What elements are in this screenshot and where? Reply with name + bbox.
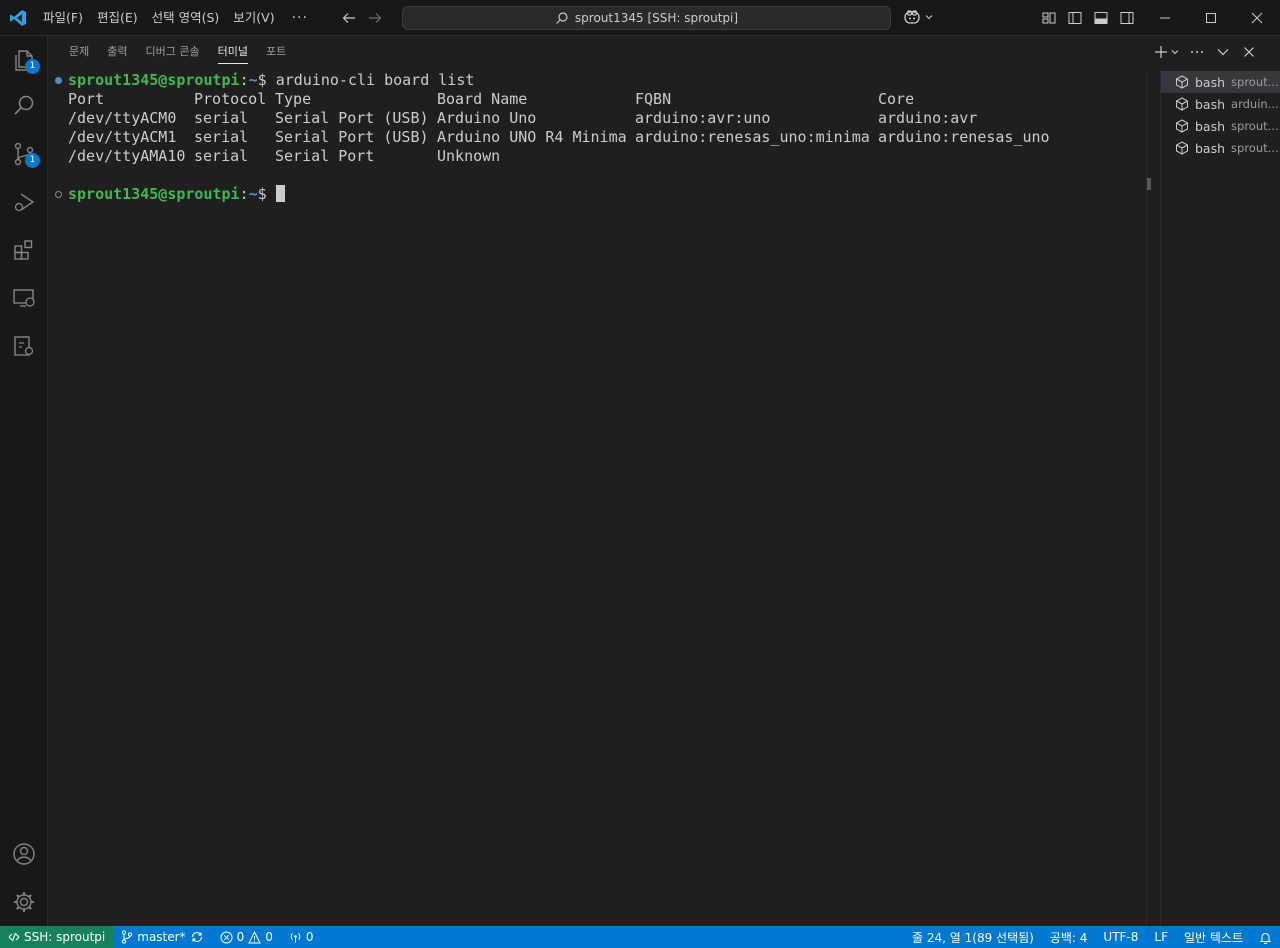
copilot-icon: [902, 8, 922, 26]
terminal-tabs-list: bash sprout... bash arduin... bash sprou…: [1160, 71, 1280, 926]
panel: 문제 출력 디버그 콘솔 터미널 포트 sprout1345@sproutpi:…: [48, 36, 1280, 926]
new-terminal-icon[interactable]: [1152, 42, 1170, 62]
command-center-search[interactable]: sprout1345 [SSH: sproutpi]: [402, 6, 891, 30]
remote-explorer-button[interactable]: [0, 274, 48, 322]
notifications-button[interactable]: [1251, 926, 1280, 948]
back-arrow-icon[interactable]: [340, 6, 358, 30]
git-branch-icon: [121, 930, 133, 944]
broadcast-icon: [289, 931, 302, 944]
language-mode[interactable]: 일반 텍스트: [1176, 926, 1251, 948]
warning-icon: [248, 930, 262, 944]
prompt-decoration-icon[interactable]: [55, 191, 62, 198]
maximize-button[interactable]: [1188, 0, 1234, 36]
tab-debug-console[interactable]: 디버그 콘솔: [137, 36, 209, 68]
command-text: arduino-cli board list: [275, 71, 475, 89]
chevron-down-icon[interactable]: [1170, 42, 1180, 62]
tab-output[interactable]: 출력: [98, 36, 136, 68]
command-line: sprout1345@sproutpi:~$ arduino-cli board…: [68, 71, 475, 89]
settings-sync-icon: [11, 333, 37, 359]
branch-indicator[interactable]: master*: [113, 926, 211, 948]
cube-icon: [1175, 97, 1189, 111]
manage-button[interactable]: [0, 878, 48, 926]
status-bar: SSH: sproutpi master* 0 0 0 줄 24, 열 1(89…: [0, 926, 1280, 948]
extensions-icon: [11, 237, 37, 263]
search-icon: [11, 93, 37, 119]
terminal-tab[interactable]: bash sprout...: [1161, 71, 1280, 93]
forward-arrow-icon[interactable]: [366, 6, 384, 30]
menu-edit[interactable]: 편집(E): [90, 6, 145, 30]
arduino-tools-button[interactable]: [0, 322, 48, 370]
customize-layout-icon[interactable]: [1040, 8, 1058, 28]
toggle-primary-sidebar-icon[interactable]: [1066, 8, 1084, 28]
terminal-tab[interactable]: bash sprout...: [1161, 137, 1280, 159]
explorer-button[interactable]: 1: [0, 36, 48, 84]
activity-bar: 1 1: [0, 36, 48, 926]
scrollbar-marker: [1147, 178, 1151, 190]
terminal-output[interactable]: sprout1345@sproutpi:~$ arduino-cli board…: [48, 71, 1146, 926]
tab-problems[interactable]: 문제: [60, 36, 98, 68]
command-success-decoration-icon[interactable]: [55, 77, 62, 84]
close-panel-icon[interactable]: [1240, 42, 1258, 62]
scm-badge: 1: [25, 153, 40, 168]
vscode-logo-icon: [0, 0, 36, 36]
explorer-badge: 1: [25, 59, 40, 74]
menu-bar: 파일(F) 편집(E) 선택 영역(S) 보기(V) ···: [36, 0, 318, 36]
close-window-button[interactable]: [1234, 0, 1280, 36]
end-of-line[interactable]: LF: [1146, 926, 1176, 948]
tab-ports[interactable]: 포트: [257, 36, 295, 68]
menu-file[interactable]: 파일(F): [36, 6, 90, 30]
menu-view[interactable]: 보기(V): [226, 6, 281, 30]
tab-terminal[interactable]: 터미널: [209, 36, 257, 68]
run-debug-icon: [11, 189, 37, 215]
terminal-scrollbar[interactable]: [1146, 71, 1160, 926]
terminal-tab[interactable]: bash arduin...: [1161, 93, 1280, 115]
minimize-button[interactable]: [1142, 0, 1188, 36]
remote-explorer-icon: [11, 285, 37, 311]
problems-indicator[interactable]: 0 0: [212, 926, 281, 948]
panel-tabs: 문제 출력 디버그 콘솔 터미널 포트: [48, 36, 295, 68]
terminal-cursor: [275, 185, 285, 202]
cube-icon: [1175, 141, 1189, 155]
sync-icon[interactable]: [190, 930, 204, 944]
accounts-button[interactable]: [0, 830, 48, 878]
copilot-button[interactable]: [902, 8, 934, 26]
cube-icon: [1175, 119, 1189, 133]
remote-indicator[interactable]: SSH: sproutpi: [0, 926, 114, 948]
account-icon: [11, 841, 37, 867]
indentation[interactable]: 공백: 4: [1042, 926, 1096, 948]
title-bar: 파일(F) 편집(E) 선택 영역(S) 보기(V) ··· sprout134…: [0, 0, 1280, 36]
cube-icon: [1175, 75, 1189, 89]
bell-icon: [1259, 931, 1272, 944]
prompt-line: sprout1345@sproutpi:~$: [68, 185, 285, 204]
search-icon: [555, 11, 569, 25]
more-actions-icon[interactable]: [1188, 42, 1206, 62]
menu-more-button[interactable]: ···: [282, 6, 318, 30]
run-debug-button[interactable]: [0, 178, 48, 226]
encoding[interactable]: UTF-8: [1095, 926, 1146, 948]
gear-icon: [11, 889, 37, 915]
chevron-down-icon: [924, 12, 934, 22]
error-icon: [220, 931, 233, 944]
toggle-panel-icon[interactable]: [1092, 8, 1110, 28]
search-text: sprout1345 [SSH: sproutpi]: [574, 11, 739, 25]
ports-indicator[interactable]: 0: [281, 926, 322, 948]
terminal-tab[interactable]: bash sprout...: [1161, 115, 1280, 137]
extensions-button[interactable]: [0, 226, 48, 274]
toggle-secondary-sidebar-icon[interactable]: [1118, 8, 1136, 28]
menu-selection[interactable]: 선택 영역(S): [145, 6, 227, 30]
collapse-panel-icon[interactable]: [1214, 42, 1232, 62]
cursor-position[interactable]: 줄 24, 열 1(89 선택됨): [904, 926, 1042, 948]
remote-icon: [8, 931, 20, 943]
search-view-button[interactable]: [0, 82, 48, 130]
source-control-button[interactable]: 1: [0, 130, 48, 178]
